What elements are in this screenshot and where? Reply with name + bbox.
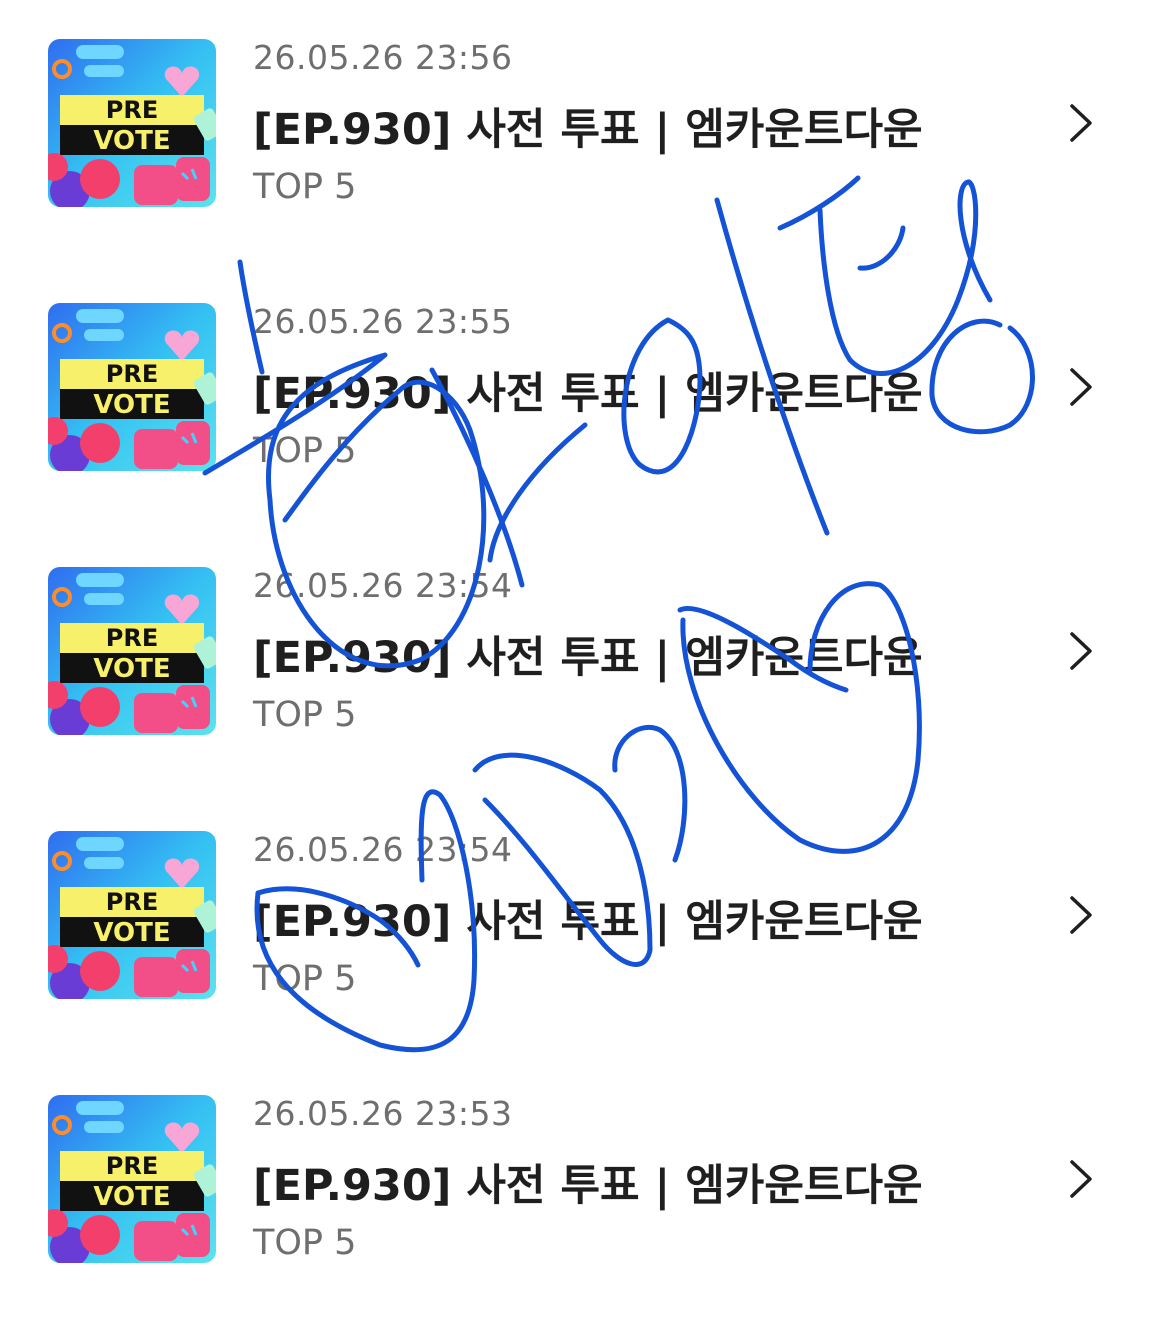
item-title: [EP.930] 사전 투표 | 엠카운트다운 <box>253 897 923 947</box>
pre-vote-thumbnail: PRE VOTE <box>48 39 216 207</box>
item-date: 26.05.26 23:56 <box>253 38 513 77</box>
thumb-text-vote: VOTE <box>93 390 170 420</box>
item-date: 26.05.26 23:54 <box>253 830 513 869</box>
thumb-text-vote: VOTE <box>93 918 170 948</box>
thumb-text-pre: PRE <box>106 888 158 916</box>
thumb-text-pre: PRE <box>106 360 158 388</box>
thumb-text-pre: PRE <box>106 1152 158 1180</box>
thumb-text-pre: PRE <box>106 96 158 124</box>
list-item[interactable]: PRE VOTE 26.05.26 23:54 [EP.930] 사전 투표 |… <box>0 792 1170 1056</box>
chevron-right-icon[interactable] <box>1062 628 1098 674</box>
item-date: 26.05.26 23:53 <box>253 1094 513 1133</box>
item-subtitle: TOP 5 <box>253 431 357 471</box>
item-title: [EP.930] 사전 투표 | 엠카운트다운 <box>253 633 923 683</box>
item-subtitle: TOP 5 <box>253 695 357 735</box>
pre-vote-thumbnail: PRE VOTE <box>48 567 216 735</box>
thumb-text-vote: VOTE <box>93 654 170 684</box>
list-item[interactable]: PRE VOTE 26.05.26 23:54 [EP.930] 사전 투표 |… <box>0 528 1170 792</box>
thumb-text-vote: VOTE <box>93 1182 170 1212</box>
chevron-right-icon[interactable] <box>1062 100 1098 146</box>
item-date: 26.05.26 23:54 <box>253 566 513 605</box>
chevron-right-icon[interactable] <box>1062 364 1098 410</box>
item-subtitle: TOP 5 <box>253 1223 357 1263</box>
pre-vote-thumbnail: PRE VOTE <box>48 303 216 471</box>
list-item[interactable]: PRE VOTE 26.05.26 23:53 [EP.930] 사전 투표 |… <box>0 1056 1170 1320</box>
item-title: [EP.930] 사전 투표 | 엠카운트다운 <box>253 1161 923 1211</box>
chevron-right-icon[interactable] <box>1062 1156 1098 1202</box>
item-title: [EP.930] 사전 투표 | 엠카운트다운 <box>253 369 923 419</box>
item-subtitle: TOP 5 <box>253 959 357 999</box>
pre-vote-thumbnail: PRE VOTE <box>48 1095 216 1263</box>
list-item[interactable]: PRE VOTE 26.05.26 23:55 [EP.930] 사전 투표 |… <box>0 264 1170 528</box>
thumb-text-vote: VOTE <box>93 126 170 156</box>
thumb-text-pre: PRE <box>106 624 158 652</box>
item-title: [EP.930] 사전 투표 | 엠카운트다운 <box>253 105 923 155</box>
chevron-right-icon[interactable] <box>1062 892 1098 938</box>
list-item[interactable]: PRE VOTE 26.05.26 23:56 [EP.930] 사전 투표 |… <box>0 0 1170 264</box>
pre-vote-thumbnail: PRE VOTE <box>48 831 216 999</box>
item-date: 26.05.26 23:55 <box>253 302 513 341</box>
item-subtitle: TOP 5 <box>253 167 357 207</box>
